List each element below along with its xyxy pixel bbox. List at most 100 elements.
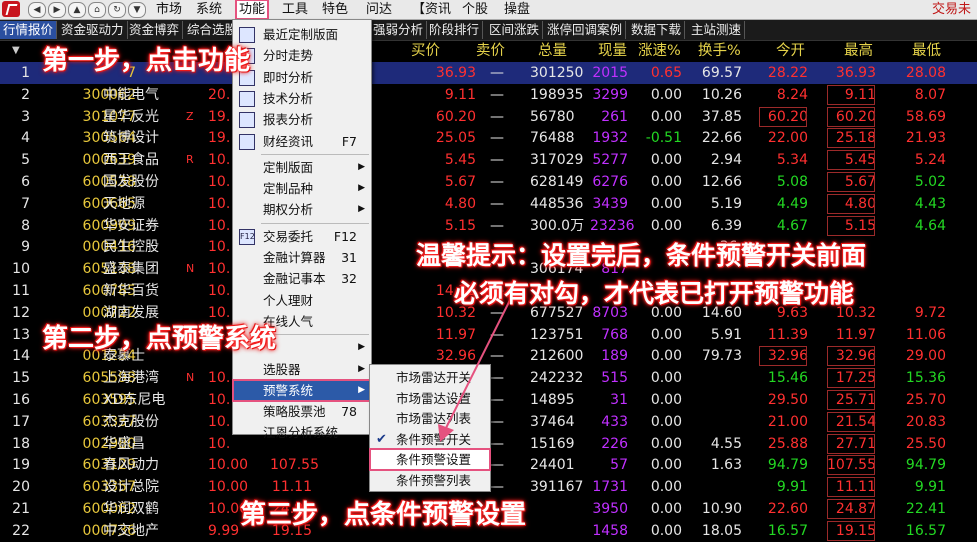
cell-turn: 12.66 [701,174,742,190]
cell-high: 25.18 [826,127,876,149]
cell-high: 107.55 [826,454,876,476]
tab-quotes[interactable]: 行情报价 [0,21,58,39]
col-turnover[interactable]: 换手% [698,41,741,61]
table-row[interactable]: 2 300062 中能电气 20. 9.11—198935 3299 0.00 10.26 8.… [0,84,977,106]
menu-item-17[interactable]: 预警系统 ▶ [232,378,372,402]
submenu-item-label: 条件预警设置 [396,452,472,467]
col-high[interactable]: 最高 [844,41,873,61]
cell-n: 20 [12,479,30,496]
menu-stock[interactable]: 个股 [462,1,488,18]
cell-name: 中能电气 [103,86,159,103]
col-current[interactable]: 现量 [598,41,627,61]
down-icon[interactable]: ▼ [128,2,146,18]
menu-trade[interactable]: 操盘 [504,1,530,18]
tab-fund-game[interactable]: 资金博弈 [126,21,184,39]
back-icon[interactable]: ◀ [28,2,46,18]
menu-wenda[interactable]: 问达 [366,1,392,18]
menu-item-5[interactable]: 报表分析 [233,109,371,130]
menu-item-8[interactable]: 定制品种 ▶ [233,178,371,199]
submenu-item-2[interactable]: 市场雷达设置 [370,388,490,409]
checkmark-icon: ✔ [376,431,387,447]
tab-download[interactable]: 数据下载 [628,21,686,39]
submenu-item-4[interactable]: ✔ 条件预警开关 [370,429,490,450]
table-row[interactable]: 6 600538 国发股份 10. 5.67—628149 6276 0.00 12.66 5.… [0,171,977,193]
cell-turn: 5.91 [710,326,742,343]
tab-limit-up[interactable]: 涨停回调案例 [544,21,627,39]
cell-name: 设计总院 [103,479,159,496]
function-menu: 最近定制版面分时走势 即时分析 技术分析 报表分析 财经资讯 F7 定制版面 ▶ 定制品种 ▶ 期权… [232,19,372,440]
cell-a: 10. [208,261,231,278]
table-row[interactable]: 5 000639 西王食品 R 10. 5.45—317029 5277 0.00 2.94 5.… [0,149,977,171]
menu-item-9[interactable]: 期权分析 ▶ [233,199,371,220]
menu-item-6[interactable]: 财经资讯 F7 [233,131,371,152]
col-speed[interactable]: 涨速% [638,41,681,61]
submenu-item-1[interactable]: 市场雷达开关 [370,367,490,388]
menu-system[interactable]: 系统 [196,1,222,18]
cell-low: 4.43 [914,195,946,212]
cell-turn: 6.39 [710,217,742,234]
tab-speedtest[interactable]: 主站测速 [688,21,746,39]
menu-item-16[interactable]: 选股器 ▶ [233,359,371,380]
submenu-item-6[interactable]: 条件预警列表 [370,470,490,491]
submenu-item-label: 市场雷达列表 [396,411,472,426]
menu-tools[interactable]: 工具 [282,1,308,18]
cell-name: 盛泰集团 [103,261,159,278]
table-row[interactable]: 8 600909 华安证券 10. 5.15—300.0万 23236 0.00 6.39 4.… [0,215,977,237]
sort-icon[interactable]: ▼ [12,41,20,61]
forward-icon[interactable]: ▶ [48,2,66,18]
menu-item-12[interactable]: 金融记事本 32 [233,268,371,289]
cell-vol: 212600 [530,348,584,365]
cell-sell: — [490,217,504,234]
menu-item-label: 选股器 [263,361,301,377]
annotation-step1: 第一步，点击功能 [42,46,251,76]
tab-range[interactable]: 区间涨跌 [486,21,544,39]
col-volume[interactable]: 总量 [538,41,567,61]
cell-open: 32.96 [758,345,808,367]
cell-sell: — [490,326,504,343]
menu-features[interactable]: 特色 [322,1,348,18]
cell-cur: 1932 [592,130,628,147]
table-row[interactable]: 4 300564 筑博设计 19. 25.05—76488 1932 -0.51 22.66 2… [0,127,977,149]
col-open[interactable]: 今开 [776,41,805,61]
up-icon[interactable]: ▲ [68,2,86,18]
col-sell[interactable]: 卖价 [476,41,505,61]
menu-item-1[interactable]: 最近定制版面 [233,24,371,45]
menu-item-10[interactable]: F12 交易委托 F12 [233,226,371,247]
menu-item-13[interactable]: 个人理财 [233,290,371,311]
menu-item-2[interactable]: 分时走势 [233,45,371,66]
table-row[interactable]: 7 600665 天地源 10. 4.80—448536 3439 0.00 5.19 4.49… [0,193,977,215]
cell-name: 华润双鹤 [103,501,159,517]
cell-n: 11 [12,283,30,299]
menu-item-11[interactable]: 金融计算器 31 [233,247,371,268]
cell-b: Z [186,109,194,123]
cell-a: 19. [208,108,231,125]
menu-news[interactable]: 【资讯 [412,1,451,18]
menu-function[interactable]: 功能 [235,0,270,20]
cell-turn: 4.55 [710,435,742,452]
menu-item-7[interactable]: 定制版面 ▶ [233,157,371,178]
tab-rank[interactable]: 阶段排行 [426,21,484,39]
submenu-item-3[interactable]: 市场雷达列表 [370,408,490,429]
refresh-icon[interactable]: ↻ [108,2,126,18]
cell-low: 16.57 [905,522,946,539]
cell-name: 中交地产 [103,522,159,539]
submenu-arrow-icon: ▶ [358,183,365,194]
cell-buy: 4.80 [444,195,476,212]
menu-item-3[interactable]: 即时分析 [233,67,371,88]
submenu-item-5[interactable]: 条件预警设置 [369,448,491,471]
menu-market[interactable]: 市场 [156,1,182,18]
menu-item-18[interactable]: 策略股票池 78 [233,401,371,422]
menu-item-label: 最近定制版面 [263,27,339,42]
col-buy[interactable]: 买价 [411,41,440,61]
cell-cur: 3950 [592,501,628,517]
tab-fund-drive[interactable]: 资金驱动力 [58,21,128,39]
cell-sell: — [490,130,504,147]
home-icon[interactable]: ⌂ [88,2,106,18]
menu-item-4[interactable]: 技术分析 [233,88,371,109]
tab-strength[interactable]: 强弱分析 [370,21,428,39]
cell-cur: 3299 [592,86,628,103]
col-low[interactable]: 最低 [912,41,941,61]
menu-item-19[interactable]: 江恩分析系统 [233,422,371,443]
cell-cur: 57 [610,457,628,474]
table-row[interactable]: 3 301077 星华反光 Z 19. 60.20—56780 261 0.00 37.85 60… [0,106,977,128]
